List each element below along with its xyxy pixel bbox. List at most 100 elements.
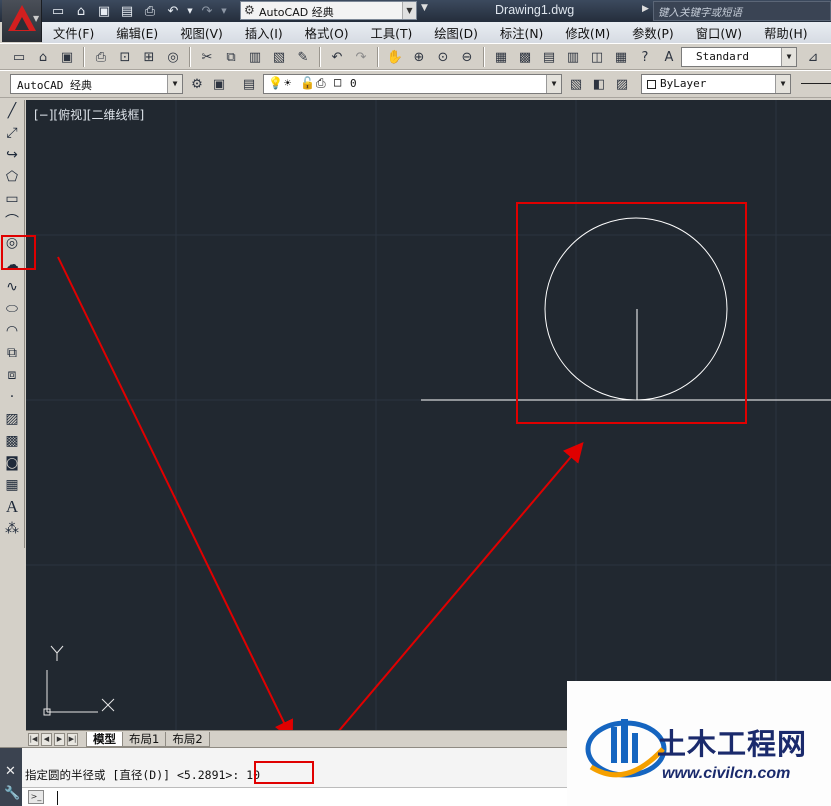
- save-as-icon[interactable]: ▤: [117, 2, 137, 20]
- first-tab-icon[interactable]: |◀: [28, 732, 39, 746]
- color-selector[interactable]: ByLayer ▼: [641, 74, 791, 94]
- add-selected-icon[interactable]: ⁂: [0, 518, 24, 540]
- open-icon[interactable]: ⌂: [32, 47, 54, 67]
- undo-icon[interactable]: ↶: [326, 47, 348, 67]
- paste-icon[interactable]: ▥: [244, 47, 266, 67]
- ellipse-arc-icon[interactable]: ◠: [0, 320, 24, 342]
- match-properties-icon[interactable]: ▧: [268, 47, 290, 67]
- tool-palettes-icon[interactable]: ▤: [538, 47, 560, 67]
- plot-icon[interactable]: ⎙: [90, 47, 112, 67]
- menu-edit[interactable]: 编辑(E): [105, 24, 169, 42]
- copy-icon[interactable]: ⧉: [220, 47, 242, 67]
- text-style-icon[interactable]: A: [658, 47, 680, 67]
- application-menu-button[interactable]: ▼: [2, 0, 42, 42]
- save-icon[interactable]: ▣: [94, 2, 114, 20]
- polygon-icon[interactable]: ⬠: [0, 166, 24, 188]
- properties-icon[interactable]: ▦: [490, 47, 512, 67]
- menu-modify[interactable]: 修改(M): [554, 24, 621, 42]
- construction-line-icon[interactable]: ⤢: [0, 122, 24, 144]
- cut-icon[interactable]: ✂: [196, 47, 218, 67]
- zoom-realtime-icon[interactable]: ⊕: [408, 47, 430, 67]
- sun-icon[interactable]: ☀: [284, 76, 291, 90]
- design-center-icon[interactable]: ▩: [514, 47, 536, 67]
- chevron-down-icon[interactable]: ▼: [775, 75, 790, 93]
- workspace-selector[interactable]: ⚙ AutoCAD 经典 ▼: [240, 1, 417, 20]
- undo-icon[interactable]: ↶: [163, 2, 183, 20]
- prev-tab-icon[interactable]: ◀: [41, 732, 52, 746]
- search-input[interactable]: 键入关键字或短语: [653, 1, 831, 21]
- ellipse-icon[interactable]: ⬭: [0, 298, 24, 320]
- chevron-down-icon[interactable]: ▼: [546, 75, 561, 93]
- layer-selector[interactable]: 💡 ☀ 🔓 ⎙ □ 0 ▼: [263, 74, 562, 94]
- text-style-selector[interactable]: Standard ▼: [681, 47, 797, 67]
- menu-dimension[interactable]: 标注(N): [489, 24, 554, 42]
- tab-model[interactable]: 模型: [86, 731, 123, 747]
- tab-layout2[interactable]: 布局2: [165, 731, 210, 747]
- print-icon[interactable]: ⎙: [140, 2, 160, 20]
- menu-insert[interactable]: 插入(I): [234, 24, 294, 42]
- new-file-icon[interactable]: ▭: [48, 2, 68, 20]
- next-tab-icon[interactable]: ▶: [54, 732, 65, 746]
- qat-customize-icon[interactable]: ▼: [421, 3, 428, 13]
- menu-file[interactable]: 文件(F): [42, 24, 105, 42]
- workspace-combo[interactable]: AutoCAD 经典 ▼: [10, 74, 183, 94]
- search-expand-icon[interactable]: ▶: [642, 4, 649, 14]
- table-icon[interactable]: ▦: [0, 474, 24, 496]
- open-folder-icon[interactable]: ⌂: [71, 2, 91, 20]
- pan-icon[interactable]: ✋: [384, 47, 406, 67]
- zoom-window-icon[interactable]: ⊙: [432, 47, 454, 67]
- last-tab-icon[interactable]: ▶|: [67, 732, 78, 746]
- lock-icon[interactable]: 🔓: [300, 76, 315, 90]
- block-editor-icon[interactable]: ✎: [292, 47, 314, 67]
- plot-preview-icon[interactable]: ⊡: [114, 47, 136, 67]
- 3d-dwf-icon[interactable]: ◎: [162, 47, 184, 67]
- chevron-down-icon[interactable]: ▼: [402, 2, 416, 19]
- new-icon[interactable]: ▭: [8, 47, 30, 67]
- redo-icon[interactable]: ↷: [350, 47, 372, 67]
- make-current-icon[interactable]: ▧: [565, 74, 587, 94]
- menu-view[interactable]: 视图(V): [169, 24, 234, 42]
- menu-help[interactable]: 帮助(H): [753, 24, 818, 42]
- undo-dropdown-icon[interactable]: ▼: [186, 2, 194, 20]
- gradient-icon[interactable]: ▩: [0, 430, 24, 452]
- menu-parameters[interactable]: 参数(P): [621, 24, 685, 42]
- rectangle-icon[interactable]: ▭: [0, 188, 24, 210]
- region-icon[interactable]: ◙: [0, 452, 24, 474]
- light-bulb-icon[interactable]: 💡: [268, 76, 283, 90]
- close-icon[interactable]: ✕: [5, 764, 16, 779]
- layer-previous-icon[interactable]: ◧: [588, 74, 610, 94]
- insert-block-icon[interactable]: ⧉: [0, 342, 24, 364]
- arc-icon[interactable]: ⌒: [0, 210, 24, 232]
- spline-icon[interactable]: ∿: [0, 276, 24, 298]
- help-icon[interactable]: ?: [634, 47, 656, 67]
- workspace-settings-icon[interactable]: ⚙: [186, 74, 208, 94]
- calculator-icon[interactable]: ▦: [610, 47, 632, 67]
- dimension-style-icon[interactable]: ⊿: [802, 47, 824, 67]
- menu-tools[interactable]: 工具(T): [360, 24, 424, 42]
- point-icon[interactable]: ·: [0, 386, 24, 408]
- markup-icon[interactable]: ◫: [586, 47, 608, 67]
- publish-icon[interactable]: ⊞: [138, 47, 160, 67]
- chevron-down-icon[interactable]: ▼: [781, 48, 796, 66]
- wrench-icon[interactable]: 🔧: [4, 786, 20, 801]
- layer-properties-icon[interactable]: ▤: [238, 74, 260, 94]
- layer-state-icon[interactable]: ▨: [611, 74, 633, 94]
- line-icon[interactable]: ╱: [0, 100, 24, 122]
- plot-icon[interactable]: ⎙: [316, 76, 326, 91]
- redo-icon[interactable]: ↷: [197, 2, 217, 20]
- menu-window[interactable]: 窗口(W): [685, 24, 753, 42]
- hatch-icon[interactable]: ▨: [0, 408, 24, 430]
- redo-dropdown-icon[interactable]: ▼: [220, 2, 228, 20]
- chevron-down-icon[interactable]: ▼: [167, 75, 182, 93]
- tab-layout1[interactable]: 布局1: [122, 731, 167, 747]
- menu-draw[interactable]: 绘图(D): [423, 24, 489, 42]
- menu-format[interactable]: 格式(O): [294, 24, 360, 42]
- save-icon[interactable]: ▣: [56, 47, 78, 67]
- viewport-label[interactable]: [−][俯视][二维线框]: [34, 106, 144, 123]
- zoom-previous-icon[interactable]: ⊖: [456, 47, 478, 67]
- polyline-icon[interactable]: ↪: [0, 144, 24, 166]
- make-block-icon[interactable]: ⧈: [0, 364, 24, 386]
- sheet-set-icon[interactable]: ▥: [562, 47, 584, 67]
- workspace-save-icon[interactable]: ▣: [208, 74, 230, 94]
- multiline-text-icon[interactable]: A: [0, 496, 24, 518]
